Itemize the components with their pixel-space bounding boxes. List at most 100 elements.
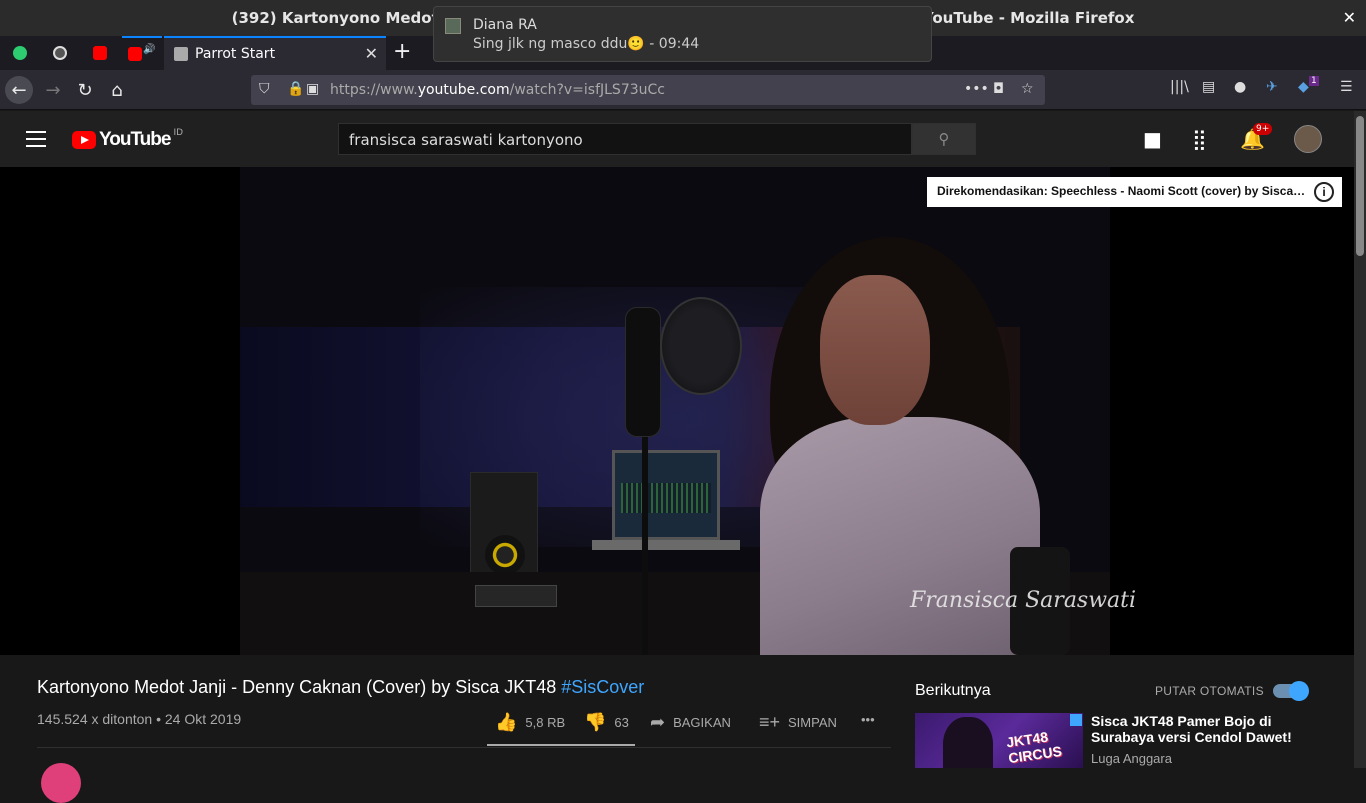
- url-text[interactable]: https://www.youtube.com/watch?v=isfJLS73…: [330, 82, 665, 98]
- save-label: SIMPAN: [788, 715, 837, 730]
- youtube-wordmark: YouTube: [99, 129, 171, 150]
- arrow-left-icon: ←: [11, 79, 27, 101]
- youtube-icon: [93, 46, 107, 60]
- create-video-icon[interactable]: ■: [1143, 127, 1162, 151]
- autoplay-label: PUTAR OTOMATIS: [1155, 684, 1264, 698]
- audio-interface: [475, 585, 557, 607]
- tab-parrot-start[interactable]: Parrot Start ✕: [164, 36, 386, 70]
- toggle-knob: [1289, 681, 1309, 701]
- tab-label: Parrot Start: [195, 46, 276, 62]
- extension-icon[interactable]: ◆: [1298, 79, 1309, 95]
- new-tab-button[interactable]: +: [393, 39, 411, 64]
- share-label: BAGIKAN: [673, 715, 731, 730]
- thumbnail-text: JKT48 CIRCUS: [1005, 728, 1063, 767]
- avatar[interactable]: [1294, 125, 1322, 153]
- tab-close-button[interactable]: ✕: [365, 44, 378, 63]
- video-title-text: Kartonyono Medot Janji - Denny Caknan (C…: [37, 677, 557, 697]
- home-button[interactable]: ⌂: [103, 76, 131, 104]
- page-scrollbar[interactable]: [1354, 111, 1366, 768]
- search-button[interactable]: ⚲: [912, 123, 976, 155]
- queue-icon[interactable]: [1070, 714, 1082, 726]
- save-button[interactable]: ≡+ SIMPAN: [759, 712, 837, 733]
- notification-sender: Diana RA: [473, 17, 537, 33]
- search-icon: ⚲: [938, 130, 950, 148]
- share-button[interactable]: ➦ BAGIKAN: [650, 712, 731, 733]
- youtube-play-icon: [72, 131, 96, 149]
- guide-menu-icon[interactable]: [26, 131, 46, 147]
- home-icon: ⌂: [111, 79, 123, 101]
- page-actions-button[interactable]: •••: [964, 81, 989, 97]
- pinned-tab-2[interactable]: [40, 36, 80, 70]
- recommended-video-thumbnail[interactable]: JKT48 CIRCUS: [915, 713, 1083, 768]
- recommended-video-channel[interactable]: Luga Anggara: [1091, 751, 1172, 766]
- navigation-toolbar: ← → ↻ ⌂ ⛉ 🔒 ▣ https://www.youtube.com/wa…: [0, 70, 1366, 110]
- like-count: 5,8 RB: [525, 715, 566, 730]
- url-domain: youtube.com: [417, 82, 510, 98]
- tripadvisor-icon: [53, 46, 67, 60]
- recommendation-card[interactable]: Direkomendasikan: Speechless - Naomi Sco…: [927, 177, 1342, 207]
- laptop: [612, 450, 720, 540]
- notification-count-badge: 9+: [1253, 123, 1273, 135]
- dislike-count: 63: [614, 715, 629, 730]
- more-actions-button[interactable]: •••: [861, 712, 875, 727]
- window-close-button[interactable]: ✕: [1343, 8, 1356, 27]
- library-icon[interactable]: |||\: [1170, 79, 1189, 95]
- back-button[interactable]: ←: [5, 76, 33, 104]
- parrot-icon: [174, 47, 188, 61]
- reload-icon: ↻: [77, 79, 93, 101]
- sidebar-icon[interactable]: ▤: [1202, 79, 1215, 95]
- microphone: [625, 307, 661, 437]
- notification-popup[interactable]: Diana RA Sing jlk ng masco ddu🙂 - 09:44: [433, 6, 932, 62]
- pop-filter: [660, 297, 742, 395]
- sender-avatar-icon: [445, 18, 461, 34]
- lock-icon[interactable]: 🔒: [287, 81, 304, 97]
- youtube-logo[interactable]: YouTube ID: [72, 128, 184, 151]
- hashtag-link[interactable]: #SisCover: [561, 677, 644, 697]
- apps-grid-icon[interactable]: ⣿: [1192, 127, 1207, 151]
- info-icon[interactable]: i: [1314, 182, 1334, 202]
- pocket-icon[interactable]: ◘: [993, 81, 1004, 97]
- url-path: /watch?v=isfJLS73uCc: [509, 82, 665, 98]
- dislike-button[interactable]: 👎 63: [584, 712, 629, 733]
- divider: [37, 747, 891, 748]
- search-input[interactable]: fransisca saraswati kartonyono: [338, 123, 912, 155]
- singer: [760, 417, 1040, 655]
- autoplay-toggle[interactable]: [1273, 681, 1309, 701]
- forward-button[interactable]: →: [39, 76, 67, 104]
- sentiment-bar: [487, 744, 635, 746]
- notification-message: Sing jlk ng masco ddu🙂 - 09:44: [473, 36, 700, 52]
- playlist-add-icon: ≡+: [759, 712, 781, 732]
- menu-icon[interactable]: ☰: [1340, 79, 1353, 95]
- search-query: fransisca saraswati kartonyono: [349, 131, 583, 149]
- permissions-icon[interactable]: ▣: [306, 81, 319, 97]
- speaker-icon[interactable]: 🔊: [143, 44, 155, 55]
- thumbs-up-icon: 👍: [495, 712, 518, 732]
- like-button[interactable]: 👍 5,8 RB: [495, 712, 565, 733]
- youtube-masthead: YouTube ID fransisca saraswati kartonyon…: [0, 111, 1366, 167]
- extension-badge: 1: [1309, 76, 1319, 86]
- bookmark-star-icon[interactable]: ☆: [1021, 81, 1034, 97]
- pinned-tab-3[interactable]: [80, 36, 120, 70]
- extension-bird-icon[interactable]: ✈: [1266, 79, 1278, 95]
- up-next-heading: Berikutnya: [915, 682, 991, 699]
- more-icon: •••: [861, 712, 875, 727]
- channel-avatar[interactable]: [41, 763, 81, 803]
- reload-button[interactable]: ↻: [71, 76, 99, 104]
- scrollbar-thumb[interactable]: [1356, 116, 1364, 256]
- video-frame: [240, 167, 1110, 655]
- recommendation-text: Direkomendasikan: Speechless - Naomi Sco…: [937, 184, 1307, 198]
- hangouts-icon: [13, 46, 27, 60]
- tracking-shield-icon[interactable]: ⛉: [259, 81, 270, 97]
- account-icon[interactable]: ●: [1234, 79, 1246, 95]
- youtube-icon: [128, 47, 143, 61]
- pinned-tab-youtube-playing[interactable]: 🔊: [122, 36, 162, 70]
- thumbs-down-icon: 👎: [584, 712, 607, 732]
- recommended-video-title[interactable]: Sisca JKT48 Pamer Bojo di Surabaya versi…: [1091, 713, 1301, 745]
- url-bar[interactable]: ⛉ 🔒 ▣ https://www.youtube.com/watch?v=is…: [251, 75, 1045, 105]
- url-prefix: https://www.: [330, 82, 418, 98]
- pinned-tab-1[interactable]: [0, 36, 40, 70]
- country-code: ID: [173, 128, 184, 138]
- video-player[interactable]: Fransisca Saraswati Direkomendasikan: Sp…: [0, 167, 1354, 655]
- view-count-date: 145.524 x ditonton • 24 Okt 2019: [37, 711, 242, 727]
- video-watermark: Fransisca Saraswati: [910, 588, 1137, 613]
